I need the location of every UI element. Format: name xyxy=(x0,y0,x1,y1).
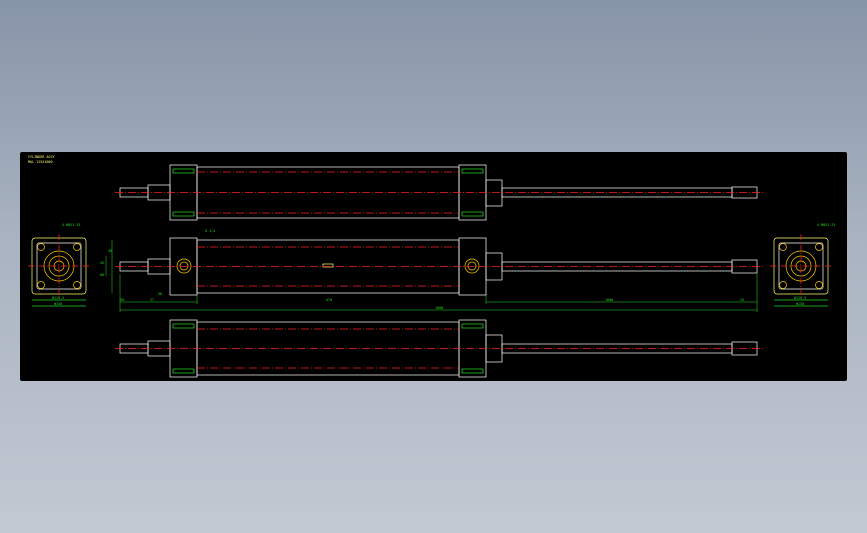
dim-stroke-b: 27 xyxy=(150,298,154,302)
dim-height-2: 45 xyxy=(100,261,104,265)
title-line-1: CYLINDER ASSY xyxy=(28,155,55,159)
dim-rod-length: 1000 xyxy=(605,298,613,302)
dim-stroke-c: 25 xyxy=(740,298,744,302)
drawing-sheet: CYLINDER ASSY MAL 125X1000 50 27 470 100… xyxy=(20,152,847,381)
dim-height-1: 30 xyxy=(108,249,112,253)
dim-body-length: 470 xyxy=(326,298,332,302)
cylinder-top-view xyxy=(115,164,765,221)
dim-overall-length: 1000 xyxy=(435,306,443,310)
right-end-callout: 4-M8X1.25 xyxy=(817,223,835,227)
dim-rod-end: 50 xyxy=(120,298,124,302)
dimension-lines xyxy=(105,240,758,312)
left-width-inner: Φ125.5 xyxy=(52,296,64,300)
port-callout: G 1/4 xyxy=(205,229,215,233)
cad-canvas: CYLINDER ASSY MAL 125X1000 50 27 470 100… xyxy=(28,155,835,378)
left-end-callout: 4-M8X1.25 xyxy=(62,223,80,227)
title-line-2: MAL 125X1000 xyxy=(28,160,53,164)
cylinder-bottom-view xyxy=(115,319,765,378)
right-width-inner: Φ125.5 xyxy=(794,296,806,300)
dim-stroke-a: 50 xyxy=(158,292,162,296)
dim-height-3: 60 xyxy=(100,273,104,277)
left-width-outer: Φ150 xyxy=(54,302,62,306)
right-width-outer: Φ150 xyxy=(796,302,804,306)
cylinder-front-view xyxy=(115,237,765,296)
